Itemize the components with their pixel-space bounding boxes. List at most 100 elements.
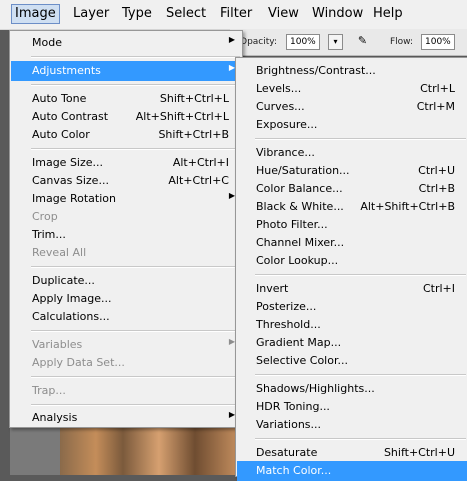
menu-item-label: Invert (256, 282, 289, 295)
menu-item-auto-tone[interactable]: Auto Tone Shift+Ctrl+L (11, 89, 241, 109)
workspace-background (10, 425, 60, 475)
menu-item-shortcut: Ctrl+U (418, 164, 455, 177)
menu-item-adjustments[interactable]: Adjustments ▶ (11, 61, 241, 81)
menu-item-color-lookup[interactable]: Color Lookup... (237, 251, 467, 271)
menu-item-shortcut: Alt+Ctrl+I (172, 156, 229, 169)
menu-item-threshold[interactable]: Threshold... (237, 315, 467, 335)
menu-item-apply-data-set: Apply Data Set... (11, 353, 241, 373)
menu-item-label: Image Size... (32, 156, 104, 169)
menu-item-label: Gradient Map... (256, 336, 342, 349)
opacity-dropdown-icon[interactable]: ▾ (328, 34, 343, 50)
menu-separator (255, 138, 466, 140)
menu-item-label: Auto Tone (32, 92, 87, 105)
menu-item-label: Black & White... (256, 200, 344, 213)
menu-item-match-color[interactable]: Match Color... (237, 461, 467, 481)
menu-item-color-balance[interactable]: Color Balance... Ctrl+B (237, 179, 467, 199)
menu-item-hue-saturation[interactable]: Hue/Saturation... Ctrl+U (237, 161, 467, 181)
menu-item-trim[interactable]: Trim... (11, 225, 241, 245)
flow-input[interactable]: 100% (421, 34, 455, 50)
document-canvas (60, 420, 240, 475)
opacity-label: Opacity: (240, 37, 277, 47)
menu-item-label: Color Balance... (256, 182, 343, 195)
menu-item-shortcut: Alt+Shift+Ctrl+L (135, 110, 229, 123)
menu-filter[interactable]: Filter (217, 5, 255, 23)
menu-window[interactable]: Window (309, 5, 366, 23)
menu-item-label: Canvas Size... (32, 174, 109, 187)
menu-view[interactable]: View (265, 5, 302, 23)
menu-item-label: Crop (32, 210, 58, 223)
menu-item-shadows-highlights[interactable]: Shadows/Highlights... (237, 379, 467, 399)
menu-item-desaturate[interactable]: Desaturate Shift+Ctrl+U (237, 443, 467, 463)
menu-item-canvas-size[interactable]: Canvas Size... Alt+Ctrl+C (11, 171, 241, 191)
menu-type[interactable]: Type (119, 5, 155, 23)
airbrush-icon[interactable]: ✎ (356, 34, 369, 48)
menu-item-levels[interactable]: Levels... Ctrl+L (237, 79, 467, 99)
menu-item-exposure[interactable]: Exposure... (237, 115, 467, 135)
menu-separator (255, 438, 466, 440)
menu-separator (255, 274, 466, 276)
menu-help[interactable]: Help (370, 5, 406, 23)
menu-layer[interactable]: Layer (70, 5, 112, 23)
menu-item-label: Vibrance... (256, 146, 315, 159)
menu-item-label: Color Lookup... (256, 254, 339, 267)
menu-item-image-rotation[interactable]: Image Rotation ▶ (11, 189, 241, 209)
menu-item-trap: Trap... (11, 381, 241, 401)
menu-item-label: Selective Color... (256, 354, 348, 367)
menu-separator (31, 84, 240, 86)
menu-item-curves[interactable]: Curves... Ctrl+M (237, 97, 467, 117)
menu-item-mode[interactable]: Mode ▶ (11, 33, 241, 53)
menu-item-channel-mixer[interactable]: Channel Mixer... (237, 233, 467, 253)
menu-separator (31, 148, 240, 150)
options-bar: Opacity: 100% ▾ ✎ Flow: 100% (230, 29, 467, 56)
menu-item-label: Image Rotation (32, 192, 116, 205)
menu-item-label: HDR Toning... (256, 400, 330, 413)
menu-item-auto-color[interactable]: Auto Color Shift+Ctrl+B (11, 125, 241, 145)
menu-item-shortcut: Shift+Ctrl+U (383, 446, 455, 459)
menu-item-photo-filter[interactable]: Photo Filter... (237, 215, 467, 235)
menu-item-analysis[interactable]: Analysis ▶ (11, 408, 241, 428)
menu-item-crop: Crop (11, 207, 241, 227)
menu-item-label: Posterize... (256, 300, 317, 313)
menu-item-label: Photo Filter... (256, 218, 328, 231)
menu-item-shortcut: Shift+Ctrl+B (158, 128, 229, 141)
menu-item-gradient-map[interactable]: Gradient Map... (237, 333, 467, 353)
menu-select[interactable]: Select (163, 5, 209, 23)
menu-item-label: Curves... (256, 100, 305, 113)
menu-item-label: Shadows/Highlights... (256, 382, 375, 395)
menu-item-label: Reveal All (32, 246, 87, 259)
image-menu: Mode ▶ Adjustments ▶ Auto Tone Shift+Ctr… (9, 30, 243, 428)
menu-item-label: Levels... (256, 82, 302, 95)
menu-item-duplicate[interactable]: Duplicate... (11, 271, 241, 291)
menu-item-invert[interactable]: Invert Ctrl+I (237, 279, 467, 299)
menu-bar: Image Layer Type Select Filter View Wind… (0, 0, 467, 30)
menu-item-posterize[interactable]: Posterize... (237, 297, 467, 317)
menu-item-label: Match Color... (256, 464, 332, 477)
menu-item-label: Apply Image... (32, 292, 112, 305)
menu-separator (31, 266, 240, 268)
menu-item-calculations[interactable]: Calculations... (11, 307, 241, 327)
menu-item-hdr-toning[interactable]: HDR Toning... (237, 397, 467, 417)
menu-item-reveal-all: Reveal All (11, 243, 241, 263)
adjustments-submenu: Brightness/Contrast... Levels... Ctrl+L … (235, 57, 467, 481)
menu-item-black-white[interactable]: Black & White... Alt+Shift+Ctrl+B (237, 197, 467, 217)
menu-item-vibrance[interactable]: Vibrance... (237, 143, 467, 163)
menu-item-variations[interactable]: Variations... (237, 415, 467, 435)
menu-item-image-size[interactable]: Image Size... Alt+Ctrl+I (11, 153, 241, 173)
menu-item-brightness-contrast[interactable]: Brightness/Contrast... (237, 61, 467, 81)
menu-item-label: Auto Contrast (32, 110, 109, 123)
menu-item-label: Duplicate... (32, 274, 95, 287)
menu-item-label: Apply Data Set... (32, 356, 125, 369)
menu-item-label: Hue/Saturation... (256, 164, 350, 177)
menu-item-label: Threshold... (256, 318, 321, 331)
menu-item-label: Variations... (256, 418, 322, 431)
menu-item-apply-image[interactable]: Apply Image... (11, 289, 241, 309)
menu-item-variables: Variables ▶ (11, 335, 241, 355)
menu-item-label: Analysis (32, 411, 78, 424)
menu-item-auto-contrast[interactable]: Auto Contrast Alt+Shift+Ctrl+L (11, 107, 241, 127)
menu-item-label: Desaturate (256, 446, 318, 459)
menu-image[interactable]: Image (11, 4, 60, 24)
opacity-input[interactable]: 100% (286, 34, 320, 50)
menu-item-selective-color[interactable]: Selective Color... (237, 351, 467, 371)
flow-label: Flow: (390, 37, 414, 47)
menu-separator (31, 404, 240, 406)
